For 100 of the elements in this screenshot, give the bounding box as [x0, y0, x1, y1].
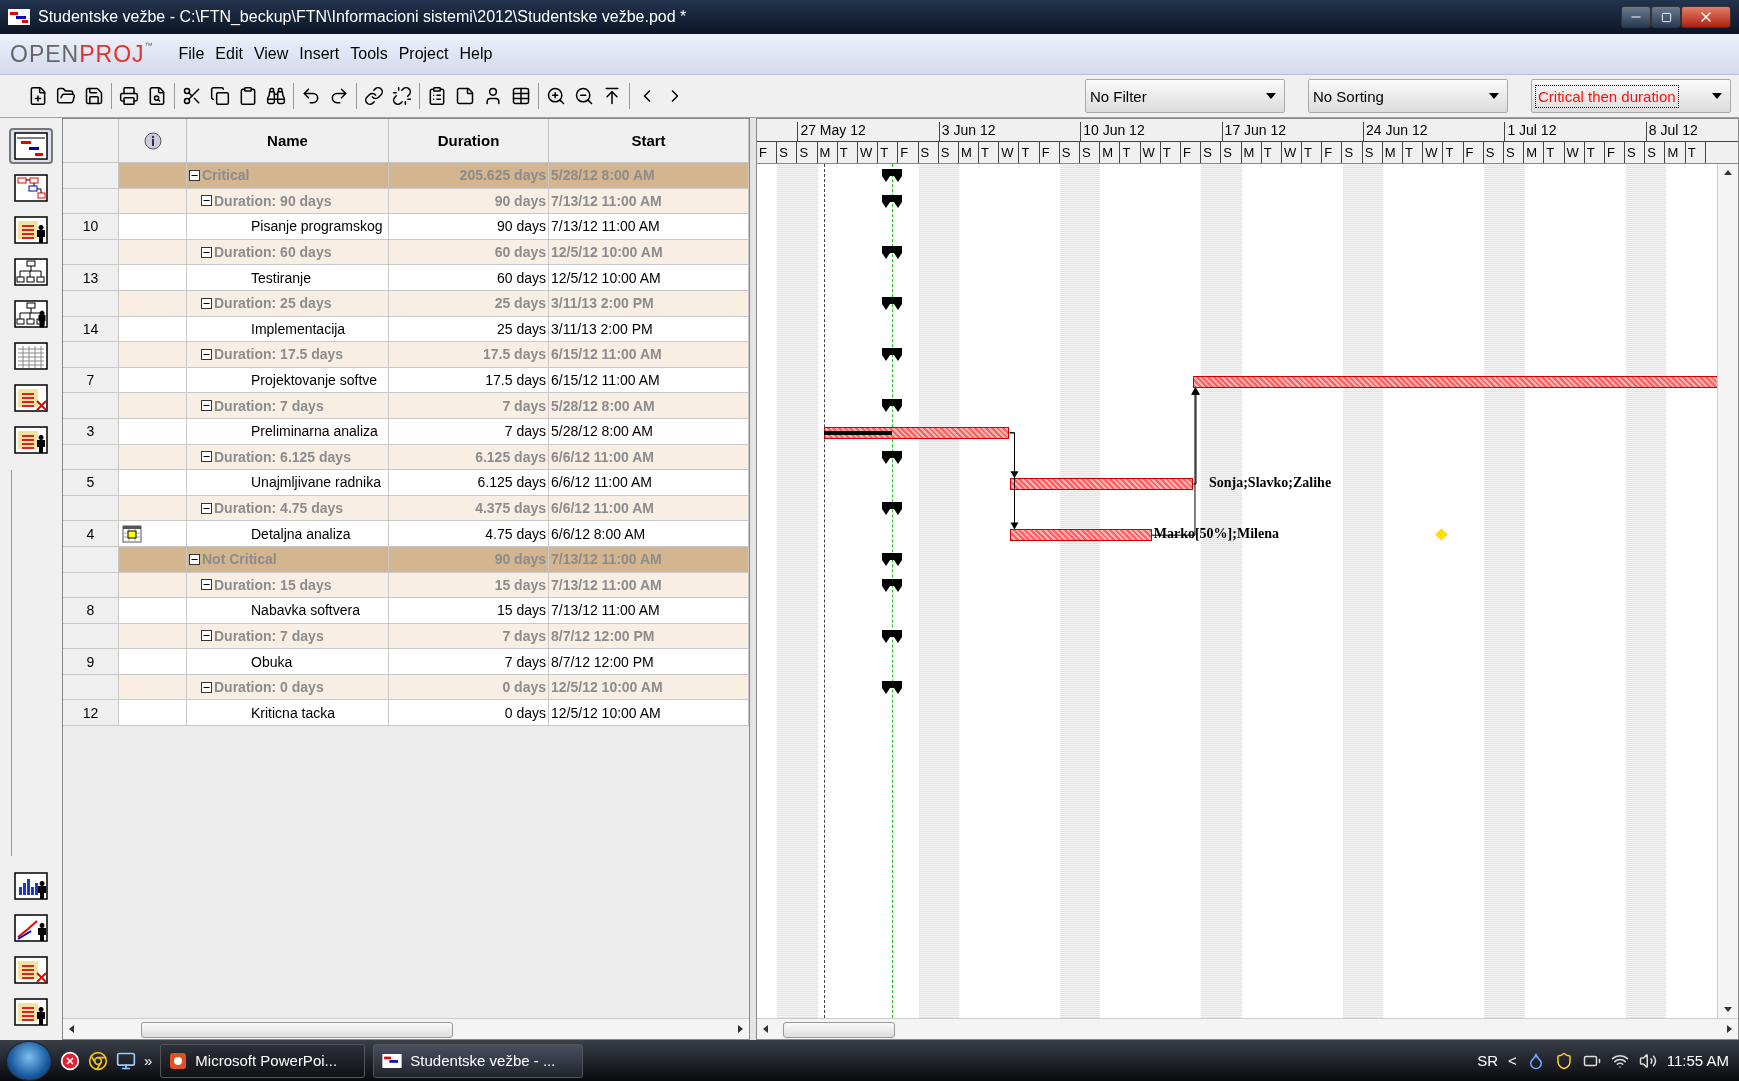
column-header[interactable]: Start [549, 119, 749, 163]
printer-icon[interactable] [119, 86, 139, 106]
show-hidden-icons[interactable]: < [1507, 1052, 1517, 1069]
task-duration: 17.5 days [389, 367, 549, 394]
collapse-icon[interactable] [201, 451, 212, 463]
redo-icon[interactable] [329, 86, 349, 106]
volume-icon[interactable] [1638, 1051, 1657, 1070]
taskbar-button[interactable]: Studentske vežbe - ... [373, 1043, 584, 1078]
task-bar[interactable] [1009, 478, 1193, 491]
scroll-thumb[interactable] [141, 1022, 453, 1038]
collapse-icon[interactable] [201, 246, 212, 258]
day-label: S [1362, 142, 1383, 163]
scroll-left-icon[interactable] [761, 1024, 769, 1034]
collapse-icon[interactable] [201, 297, 212, 309]
start-button[interactable] [6, 1040, 52, 1081]
print-preview-icon[interactable] [147, 86, 167, 106]
row-header-cell [63, 572, 119, 599]
vertical-scrollbar[interactable] [1717, 164, 1738, 1018]
task-bar[interactable] [824, 427, 1010, 439]
day-label: T [1120, 142, 1141, 163]
menu-item[interactable]: Project [398, 45, 449, 63]
group-duration: 205.625 days [389, 163, 549, 189]
unlink-icon[interactable] [392, 86, 412, 106]
menu-item[interactable]: Insert [299, 45, 340, 63]
column-header[interactable]: Name [187, 119, 389, 163]
day-label: M [1524, 142, 1545, 163]
overflow-chevron[interactable]: » [144, 1052, 153, 1069]
scroll-right-icon[interactable] [1726, 1024, 1734, 1034]
group-duration: 6.125 days [389, 444, 549, 471]
horizontal-scrollbar[interactable] [63, 1018, 749, 1039]
day-label: S [1483, 142, 1504, 163]
row-number: 7 [63, 367, 119, 394]
save-icon[interactable] [84, 86, 104, 106]
link-icon[interactable] [364, 86, 384, 106]
person-icon[interactable] [483, 86, 503, 106]
horizontal-scrollbar[interactable] [757, 1018, 1738, 1039]
task-name: Preliminarna analiza [187, 418, 389, 445]
indicator-column-header[interactable] [119, 119, 187, 163]
language-indicator[interactable]: SR [1477, 1052, 1498, 1069]
scroll-up-icon[interactable] [1723, 168, 1733, 176]
minimize-button[interactable] [1621, 6, 1651, 28]
close-circle-icon[interactable] [60, 1050, 80, 1071]
desktop-icon[interactable] [116, 1050, 136, 1071]
sort-dropdown[interactable]: No Sorting [1308, 79, 1508, 113]
notes-icon[interactable] [427, 86, 447, 106]
scroll-left-icon[interactable] [67, 1024, 75, 1034]
collapse-icon[interactable] [201, 630, 212, 642]
collapse-icon[interactable] [201, 579, 212, 591]
open-folder-icon[interactable] [56, 86, 76, 106]
task-bar[interactable] [1192, 375, 1717, 388]
day-label: T [878, 142, 899, 163]
menu-item[interactable]: Help [459, 45, 493, 63]
collapse-icon[interactable] [201, 681, 212, 693]
row-header-cell [63, 342, 119, 368]
group-start: 7/13/12 11:00 AM [549, 572, 749, 599]
close-button[interactable] [1681, 6, 1731, 28]
column-header[interactable]: Duration [389, 119, 549, 163]
week-label: 8 Jul 12 [1645, 122, 1698, 141]
scroll-to-task-icon[interactable] [602, 86, 622, 106]
binoculars-icon[interactable] [266, 86, 286, 106]
scissors-icon[interactable] [182, 86, 202, 106]
menu-item[interactable]: Tools [350, 45, 388, 63]
collapse-icon[interactable] [201, 195, 212, 207]
collapse-icon[interactable] [189, 553, 200, 565]
restore-button[interactable] [1651, 6, 1681, 28]
collapse-icon[interactable] [201, 348, 212, 360]
scroll-right-icon[interactable] [737, 1024, 745, 1034]
taskbar-button[interactable]: Microsoft PowerPoi... [160, 1043, 366, 1078]
menu-item[interactable]: Edit [215, 45, 243, 63]
scroll-down-icon[interactable] [1723, 1006, 1733, 1014]
day-label: M [1241, 142, 1262, 163]
collapse-icon[interactable] [201, 400, 212, 412]
zoom-out-icon[interactable] [574, 86, 594, 106]
scroll-thumb[interactable] [783, 1022, 895, 1038]
row-header-cell [63, 623, 119, 650]
copy-icon[interactable] [210, 86, 230, 106]
day-label: S [797, 142, 818, 163]
new-file-icon[interactable] [28, 86, 48, 106]
task-bar[interactable] [1009, 529, 1152, 542]
filter-dropdown[interactable]: No Filter [1085, 79, 1285, 113]
group-duration: 15 days [389, 572, 549, 599]
clock[interactable]: 11:55 AM [1666, 1052, 1729, 1069]
day-label: M [817, 142, 838, 163]
restore-icon[interactable] [1660, 11, 1672, 23]
browser-icon[interactable] [88, 1050, 108, 1071]
row-number: 8 [63, 598, 119, 624]
shield-icon[interactable] [1554, 1051, 1573, 1070]
menu-item[interactable]: View [253, 45, 289, 63]
collapse-icon[interactable] [189, 169, 200, 181]
gantt-view-button[interactable] [9, 128, 53, 164]
sticky-note-icon[interactable] [455, 86, 475, 106]
table-icon[interactable] [511, 86, 531, 106]
group-duration: 7 days [389, 393, 549, 419]
task-start: 12/5/12 10:00 AM [549, 700, 749, 727]
menu-item[interactable]: File [178, 45, 205, 63]
undo-icon[interactable] [301, 86, 321, 106]
zoom-in-icon[interactable] [546, 86, 566, 106]
clipboard-icon[interactable] [238, 86, 258, 106]
day-label: W [857, 142, 879, 163]
collapse-icon[interactable] [201, 502, 212, 514]
